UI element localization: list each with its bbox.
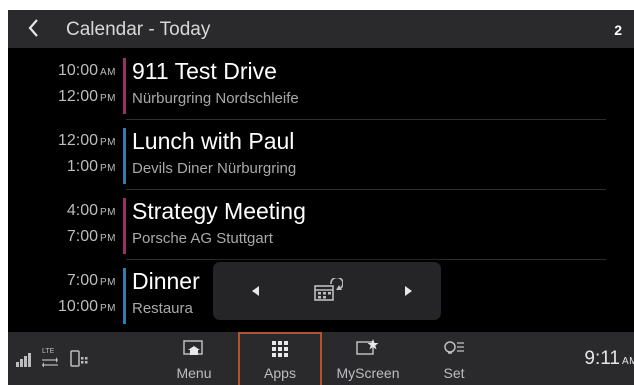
calendar-color-bar: [123, 128, 126, 184]
nav-label: MyScreen: [336, 365, 400, 381]
previous-day-button[interactable]: [241, 274, 271, 308]
event-location: Devils Diner Nürburgring: [132, 160, 297, 177]
nav-menu[interactable]: Menu: [152, 332, 236, 385]
start-time: 10:00 AM: [57, 62, 116, 79]
infotainment-screen: Calendar - Today 2 10:00 AM 12:00 PM 911 T…: [8, 10, 634, 385]
end-time: 12:00 PM: [57, 88, 116, 105]
back-chevron-icon[interactable]: [22, 16, 46, 40]
nav-apps[interactable]: Apps: [238, 332, 322, 385]
event-row[interactable]: 4:00 PM 7:00 PM Strategy Meeting Porsche A…: [8, 190, 634, 260]
nav-label: Menu: [176, 365, 212, 381]
end-time: 1:00 PM: [66, 158, 116, 175]
status-icons: LTE: [16, 348, 126, 370]
event-title: Strategy Meeting: [132, 198, 306, 224]
event-row[interactable]: 12:00 PM 1:00 PM Lunch with Paul Devils Di…: [8, 120, 634, 190]
network-label: LTE: [42, 348, 55, 355]
phone-grid-icon: [70, 350, 88, 367]
lte-icon: LTE: [42, 348, 60, 370]
start-time: 4:00 PM: [66, 202, 116, 219]
event-title: 911 Test Drive: [132, 58, 277, 84]
next-day-button[interactable]: [393, 274, 423, 308]
settings-icon: [444, 341, 464, 354]
home-window-icon: [183, 340, 203, 355]
header: Calendar - Today 2: [8, 10, 634, 48]
nav-label: Set: [443, 365, 465, 381]
event-row[interactable]: 10:00 AM 12:00 PM 911 Test Drive Nürburgri…: [8, 50, 634, 120]
nav-label: Apps: [264, 365, 296, 381]
signal-strength-icon: [16, 353, 31, 367]
day-navigator-popup: [213, 262, 441, 320]
calendar-sync-icon[interactable]: [313, 276, 344, 304]
page-number-badge: 2: [614, 22, 622, 38]
event-location: Nürburgring Nordschleife: [132, 90, 299, 107]
star-window-icon: [356, 339, 379, 355]
grid-icon: [272, 341, 288, 357]
event-title: Lunch with Paul: [132, 128, 295, 154]
nav-myscreen[interactable]: MyScreen: [326, 332, 410, 385]
end-time: 10:00 PM: [57, 298, 116, 315]
page-title: Calendar - Today: [66, 19, 211, 40]
calendar-color-bar: [123, 198, 126, 254]
bottom-bar: LTE Menu Apps MyScreen Set 9:11 AM: [8, 332, 634, 385]
calendar-color-bar: [123, 58, 126, 114]
start-time: 12:00 PM: [57, 132, 116, 149]
end-time: 7:00 PM: [66, 228, 116, 245]
triangle-left-icon: [252, 286, 259, 296]
calendar-color-bar: [123, 268, 126, 324]
event-location: Restaura: [132, 300, 193, 317]
clock: 9:11 AM: [584, 348, 634, 369]
nav-set[interactable]: Set: [412, 332, 496, 385]
triangle-right-icon: [405, 286, 412, 296]
start-time: 7:00 PM: [66, 272, 116, 289]
event-title: Dinner: [132, 268, 200, 294]
event-location: Porsche AG Stuttgart: [132, 230, 273, 247]
